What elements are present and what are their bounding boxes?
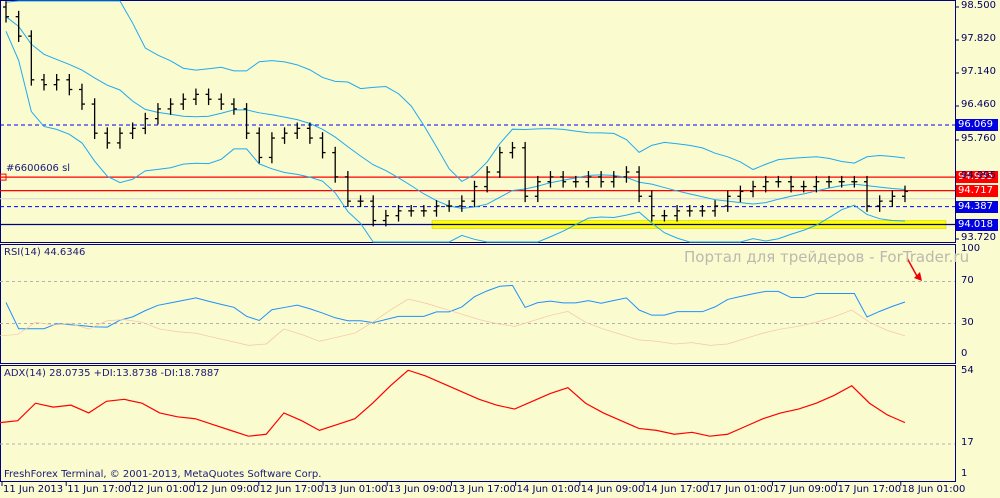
price-bar — [560, 171, 567, 188]
adx-tick-label: 54 — [961, 365, 974, 377]
price-bar — [648, 190, 655, 222]
price-bar — [522, 141, 529, 203]
adx-label: ADX(14) 28.0735 +DI:13.8738 -DI:18.7887 — [4, 368, 220, 379]
price-bar — [471, 180, 478, 207]
watermark: Портал для трейдеров - ForTrader.ru — [684, 248, 970, 266]
price-bar — [268, 132, 275, 164]
price-level-tag: 94.018 — [956, 218, 998, 231]
price-bar — [598, 171, 605, 188]
price-bar — [534, 175, 541, 203]
price-tick-label: 96.460 — [961, 99, 996, 110]
price-bar — [205, 88, 212, 106]
time-tick-label: 11 Jun 2013 — [3, 484, 64, 495]
price-tick-label: 97.820 — [961, 33, 996, 44]
price-bar — [28, 30, 35, 86]
price-bar — [192, 88, 199, 106]
time-tick-label: 18 Jun 01:00 — [901, 484, 966, 495]
price-bar — [230, 98, 237, 115]
time-tick-label: 11 Jun 17:00 — [67, 484, 131, 495]
time-tick-label: 17 Jun 01:00 — [709, 484, 773, 495]
time-tick-label: 13 Jun 01:00 — [324, 484, 388, 495]
time-tick-label: 17 Jun 17:00 — [837, 484, 902, 495]
price-bar — [104, 127, 111, 149]
price-tick-label: 94.995 — [961, 170, 996, 182]
bollinger-middle-band — [5, 16, 906, 209]
price-bar — [154, 103, 161, 125]
time-tick-label: 14 Jun 01:00 — [516, 484, 581, 495]
price-bar — [433, 200, 440, 217]
price-bar — [902, 185, 908, 203]
price-level-tag: 94.387 — [956, 200, 998, 213]
price-bar — [585, 171, 592, 188]
price-bar — [547, 171, 554, 188]
price-bar — [458, 195, 465, 212]
adx-line — [0, 369, 906, 437]
price-bar — [370, 195, 377, 227]
price-bar — [142, 112, 149, 135]
price-bar — [256, 127, 263, 164]
price-bar — [78, 83, 85, 110]
price-bar — [357, 195, 364, 207]
rsi-tick-label: 100 — [961, 243, 981, 254]
price-bar — [762, 175, 769, 193]
price-tick-label: 95.760 — [961, 132, 996, 144]
price-bar — [610, 171, 617, 188]
price-bar — [40, 73, 47, 91]
time-tick-label: 17 Jun 09:00 — [773, 484, 837, 495]
time-tick-label: 12 Jun 17:00 — [259, 484, 324, 495]
price-bar — [167, 98, 174, 115]
rsi-tick-label: 0 — [961, 348, 968, 359]
plus-di-line — [0, 298, 906, 346]
price-bar — [712, 200, 719, 217]
price-tick-label: 93.720 — [961, 232, 996, 243]
price-level-tag: 94.717 — [956, 184, 998, 197]
price-bar — [91, 98, 98, 140]
adx-panel-frame — [0, 365, 956, 482]
price-bar — [243, 103, 250, 140]
rsi-label: RSI(14) 44.6346 — [4, 247, 86, 258]
price-bar — [509, 141, 516, 159]
price-bar — [661, 209, 668, 222]
time-tick-label: 14 Jun 09:00 — [580, 484, 645, 495]
price-bar — [180, 93, 187, 110]
copyright-footer: FreshForex Terminal, © 2001-2013, MetaQu… — [4, 469, 322, 480]
time-tick-label: 12 Jun 01:00 — [131, 484, 195, 495]
price-bar — [623, 166, 630, 183]
price-tick-label: 98.500 — [961, 0, 996, 11]
price-level-tag: 96.069 — [956, 118, 998, 131]
price-bar — [674, 205, 681, 222]
time-tick-label: 14 Jun 17:00 — [645, 484, 709, 495]
price-bar — [788, 175, 795, 193]
price-bar — [15, 10, 22, 42]
price-bar — [281, 127, 288, 144]
time-tick-label: 13 Jun 17:00 — [452, 484, 516, 495]
time-tick-label: 13 Jun 09:00 — [388, 484, 452, 495]
adx-tick-label: 1 — [961, 468, 968, 479]
rsi-tick-label: 30 — [961, 316, 974, 328]
price-bar — [446, 200, 453, 212]
price-bar — [344, 171, 351, 207]
price-bar — [319, 132, 326, 159]
price-bar — [484, 166, 491, 193]
order-label: #6600606 sl — [6, 163, 71, 174]
price-bar — [813, 175, 820, 193]
price-tick-label: 97.140 — [961, 66, 996, 77]
adx-tick-label: 17 — [961, 436, 974, 448]
price-bar — [218, 93, 225, 110]
price-bar — [53, 73, 60, 91]
price-bar — [496, 146, 503, 178]
price-bar — [876, 195, 883, 212]
price-bar — [3, 1, 9, 23]
price-bar — [116, 127, 123, 149]
bollinger-upper-band — [5, 0, 906, 183]
price-bar — [395, 205, 402, 222]
time-tick-label: 12 Jun 09:00 — [195, 484, 260, 495]
price-bar — [306, 122, 313, 144]
rsi-tick-label: 70 — [961, 274, 974, 286]
price-bar — [66, 73, 73, 96]
bollinger-lower-band — [5, 31, 906, 243]
price-bar — [636, 166, 643, 203]
price-bar — [750, 180, 757, 198]
price-bar — [737, 185, 744, 203]
